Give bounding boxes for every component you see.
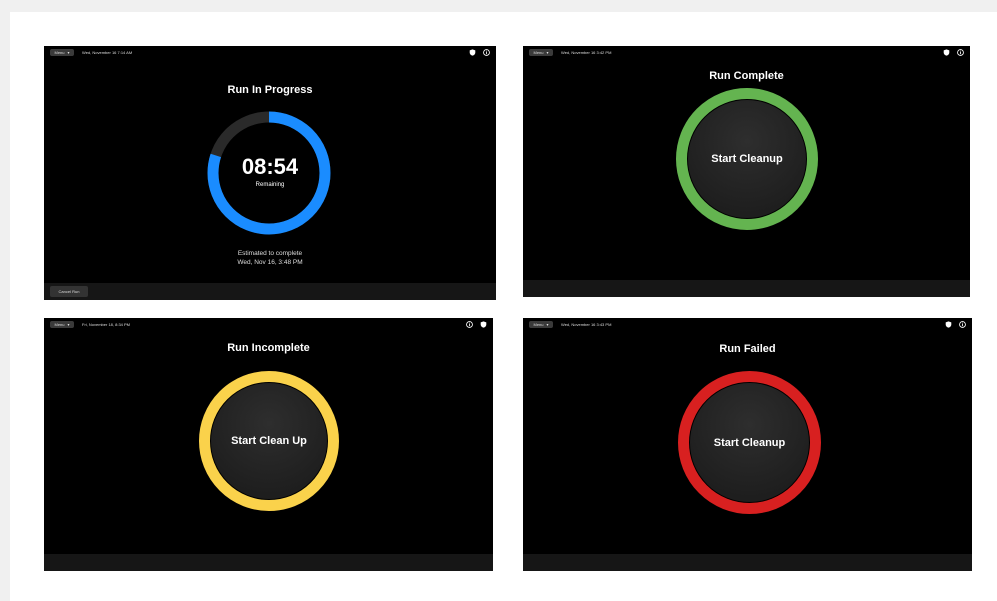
cancel-run-button[interactable]: Cancel Run — [50, 286, 88, 297]
start-cleanup-label: Start Cleanup — [711, 153, 783, 165]
datetime: Wed, November 16 3:42 PM — [561, 50, 612, 55]
screen-run-failed: Menu ▾ Wed, November 16 3:43 PM Run Fail… — [523, 318, 972, 571]
estimate-line1: Estimated to complete — [237, 250, 303, 257]
page-title: Run Incomplete — [227, 342, 310, 354]
canvas: Menu ▾ Wed, November 16 7:14 AM Run In P… — [10, 12, 997, 601]
top-bar: Menu ▾ Fri, November 18, 8:34 PM — [44, 318, 493, 332]
menu-label: Menu — [533, 50, 544, 55]
start-cleanup-ring[interactable]: Start Cleanup — [678, 371, 821, 514]
page-title: Run Failed — [719, 343, 776, 355]
screen-run-in-progress: Menu ▾ Wed, November 16 7:14 AM Run In P… — [44, 46, 496, 300]
chevron-down-icon: ▾ — [67, 50, 70, 55]
shield-icon[interactable] — [469, 49, 476, 56]
screen-run-incomplete: Menu ▾ Fri, November 18, 8:34 PM Run Inc… — [44, 318, 493, 571]
chevron-down-icon: ▾ — [546, 322, 549, 327]
datetime: Fri, November 18, 8:34 PM — [82, 322, 131, 327]
estimate: Estimated to complete Wed, Nov 16, 3:48 … — [44, 249, 496, 267]
menu-button[interactable]: Menu ▾ — [529, 49, 553, 56]
info-icon[interactable] — [957, 49, 964, 56]
timer: 08:54 Remaining — [44, 154, 496, 188]
shield-icon[interactable] — [943, 49, 950, 56]
screen-run-complete: Menu ▾ Wed, November 16 3:42 PM Run Comp… — [523, 46, 970, 297]
start-clean-up-ring[interactable]: Start Clean Up — [199, 371, 339, 511]
page-title: Run In Progress — [227, 84, 313, 96]
menu-label: Menu — [533, 322, 544, 327]
start-cleanup-button[interactable]: Start Cleanup — [688, 100, 806, 218]
menu-button[interactable]: Menu ▾ — [50, 49, 74, 56]
info-icon[interactable] — [466, 321, 473, 328]
top-bar: Menu ▾ Wed, November 16 3:43 PM — [523, 318, 972, 332]
menu-button[interactable]: Menu ▾ — [529, 321, 553, 328]
chevron-down-icon: ▾ — [546, 50, 549, 55]
info-icon[interactable] — [959, 321, 966, 328]
menu-label: Menu — [54, 50, 65, 55]
shield-icon[interactable] — [945, 321, 952, 328]
datetime: Wed, November 16 7:14 AM — [82, 50, 133, 55]
shield-icon[interactable] — [480, 321, 487, 328]
menu-button[interactable]: Menu ▾ — [50, 321, 74, 328]
timer-value: 08:54 — [241, 154, 299, 179]
start-clean-up-button[interactable]: Start Clean Up — [211, 383, 327, 499]
menu-label: Menu — [54, 322, 65, 327]
top-bar: Menu ▾ Wed, November 16 3:42 PM — [523, 46, 970, 60]
start-cleanup-ring[interactable]: Start Cleanup — [676, 88, 818, 230]
start-cleanup-button[interactable]: Start Cleanup — [690, 383, 809, 502]
footer-bar — [523, 554, 972, 571]
datetime: Wed, November 16 3:43 PM — [561, 322, 612, 327]
start-cleanup-label: Start Cleanup — [713, 436, 786, 449]
top-bar: Menu ▾ Wed, November 16 7:14 AM — [44, 46, 496, 60]
info-icon[interactable] — [483, 49, 490, 56]
estimate-line2: Wed, Nov 16, 3:48 PM — [237, 259, 303, 266]
start-clean-up-label: Start Clean Up — [231, 435, 307, 447]
footer-bar: Cancel Run — [44, 283, 496, 300]
footer-bar — [44, 554, 493, 571]
timer-label: Remaining — [255, 182, 285, 188]
page-title: Run Complete — [709, 70, 784, 82]
chevron-down-icon: ▾ — [67, 322, 70, 327]
footer-bar — [523, 280, 970, 297]
